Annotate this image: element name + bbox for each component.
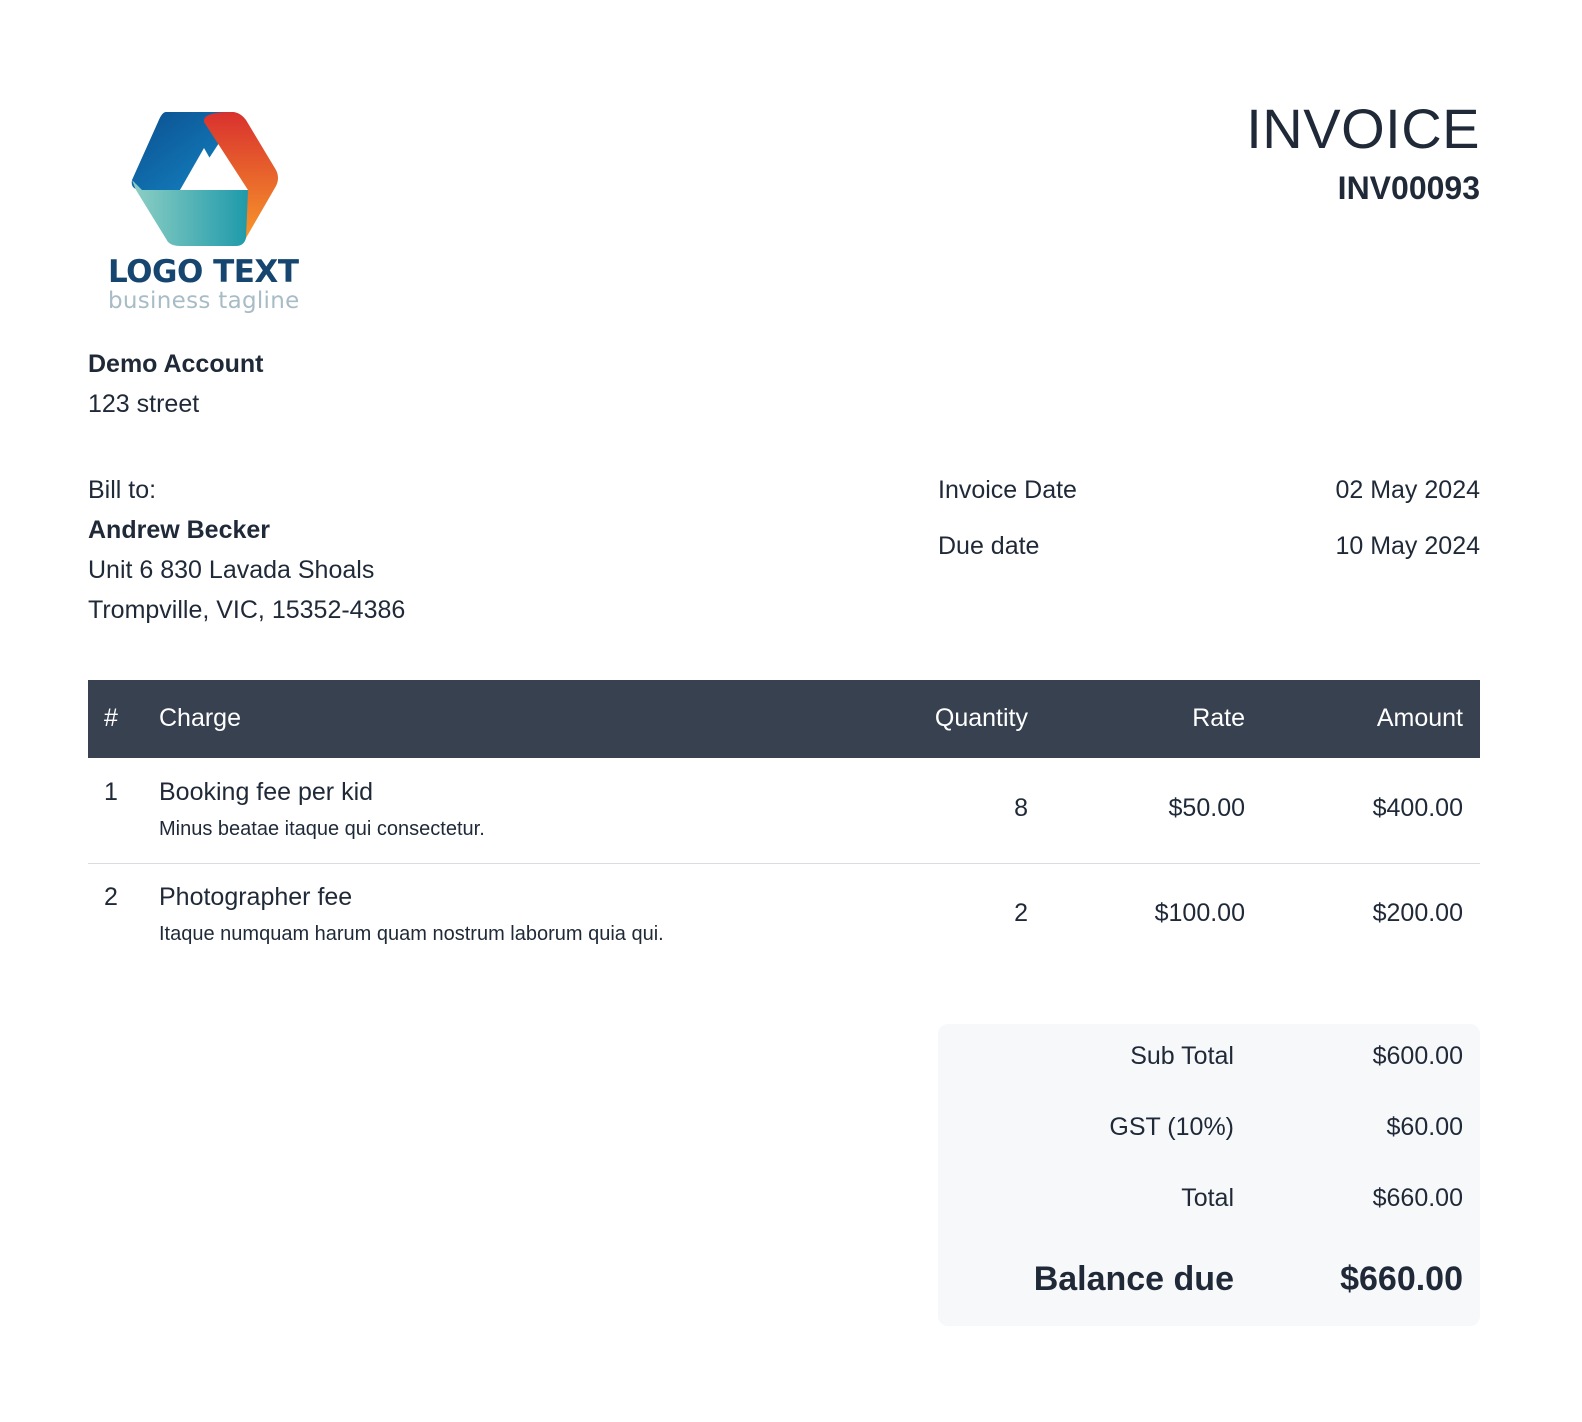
balance-due-value: $660.00: [1340, 1260, 1463, 1298]
invoice-number: INV00093: [1337, 170, 1480, 206]
header-charge: Charge: [159, 704, 241, 732]
bill-to-name: Andrew Becker: [88, 516, 271, 544]
due-date-label: Due date: [938, 532, 1040, 560]
row-number: 1: [104, 778, 118, 806]
sender-street: 123 street: [88, 390, 200, 418]
invoice-page: LOGO TEXT business tagline INVOICE INV00…: [88, 0, 1480, 1422]
invoice-title: INVOICE: [1246, 97, 1480, 160]
invoice-date-label: Invoice Date: [938, 476, 1077, 504]
sender-name: Demo Account: [88, 350, 264, 378]
row-number: 2: [104, 883, 118, 911]
subtotal-label: Sub Total: [1130, 1042, 1234, 1070]
due-date-value: 10 May 2024: [1335, 532, 1480, 560]
bill-to-address-line1: Unit 6 830 Lavada Shoals: [88, 556, 375, 584]
header-rate: Rate: [1192, 704, 1245, 732]
gst-value: $60.00: [1386, 1113, 1463, 1141]
hexagon-logo-icon: [131, 112, 278, 246]
row-divider: [88, 863, 1480, 864]
charge-rate: $50.00: [1168, 794, 1245, 822]
invoice-date-value: 02 May 2024: [1335, 476, 1480, 504]
charge-name: Photographer fee: [159, 883, 353, 911]
total-value: $660.00: [1372, 1184, 1463, 1212]
header-number: #: [104, 704, 118, 732]
totals-panel: Sub Total $600.00 GST (10%) $60.00 Total…: [938, 1024, 1480, 1326]
charge-description: Minus beatae itaque qui consectetur.: [159, 818, 485, 840]
charge-name: Booking fee per kid: [159, 778, 374, 806]
subtotal-value: $600.00: [1372, 1042, 1463, 1070]
header-quantity: Quantity: [934, 704, 1028, 732]
logo-text: LOGO TEXT: [108, 254, 299, 290]
gst-label: GST (10%): [1109, 1113, 1234, 1141]
bill-to-label: Bill to:: [88, 476, 157, 504]
line-items-header: # Charge Quantity Rate Amount: [88, 680, 1480, 758]
balance-due-label: Balance due: [1033, 1260, 1234, 1298]
charge-amount: $200.00: [1372, 899, 1463, 927]
charge-quantity: 8: [1014, 794, 1028, 822]
charge-amount: $400.00: [1372, 794, 1463, 822]
bill-to-address-line2: Trompville, VIC, 15352-4386: [88, 596, 406, 624]
header-amount: Amount: [1376, 704, 1463, 732]
logo-tagline: business tagline: [108, 288, 300, 314]
company-logo: LOGO TEXT business tagline: [88, 100, 328, 330]
charge-description: Itaque numquam harum quam nostrum laboru…: [159, 923, 664, 945]
charge-quantity: 2: [1014, 899, 1028, 927]
total-label: Total: [1181, 1184, 1234, 1212]
charge-rate: $100.00: [1154, 899, 1245, 927]
